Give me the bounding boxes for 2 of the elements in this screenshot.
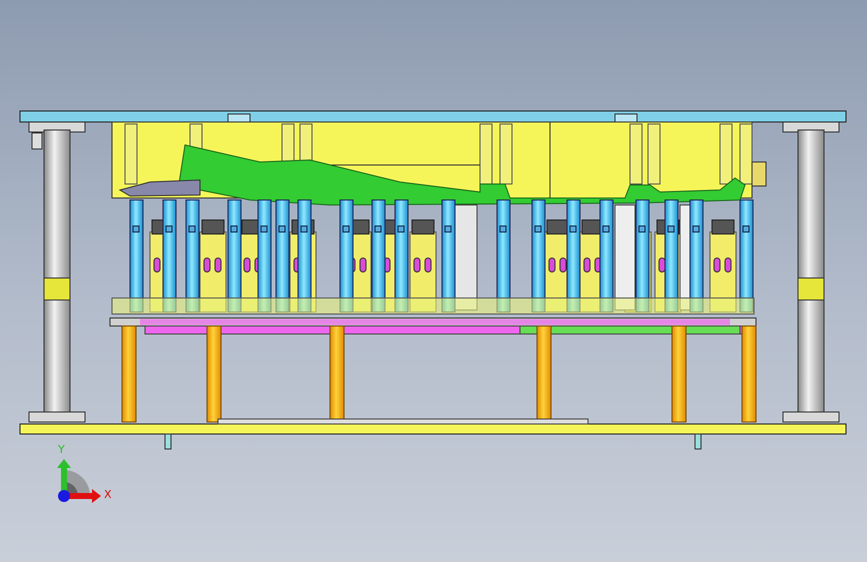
x-axis-label: X [104,489,112,500]
y-axis-label: Y [58,444,65,455]
